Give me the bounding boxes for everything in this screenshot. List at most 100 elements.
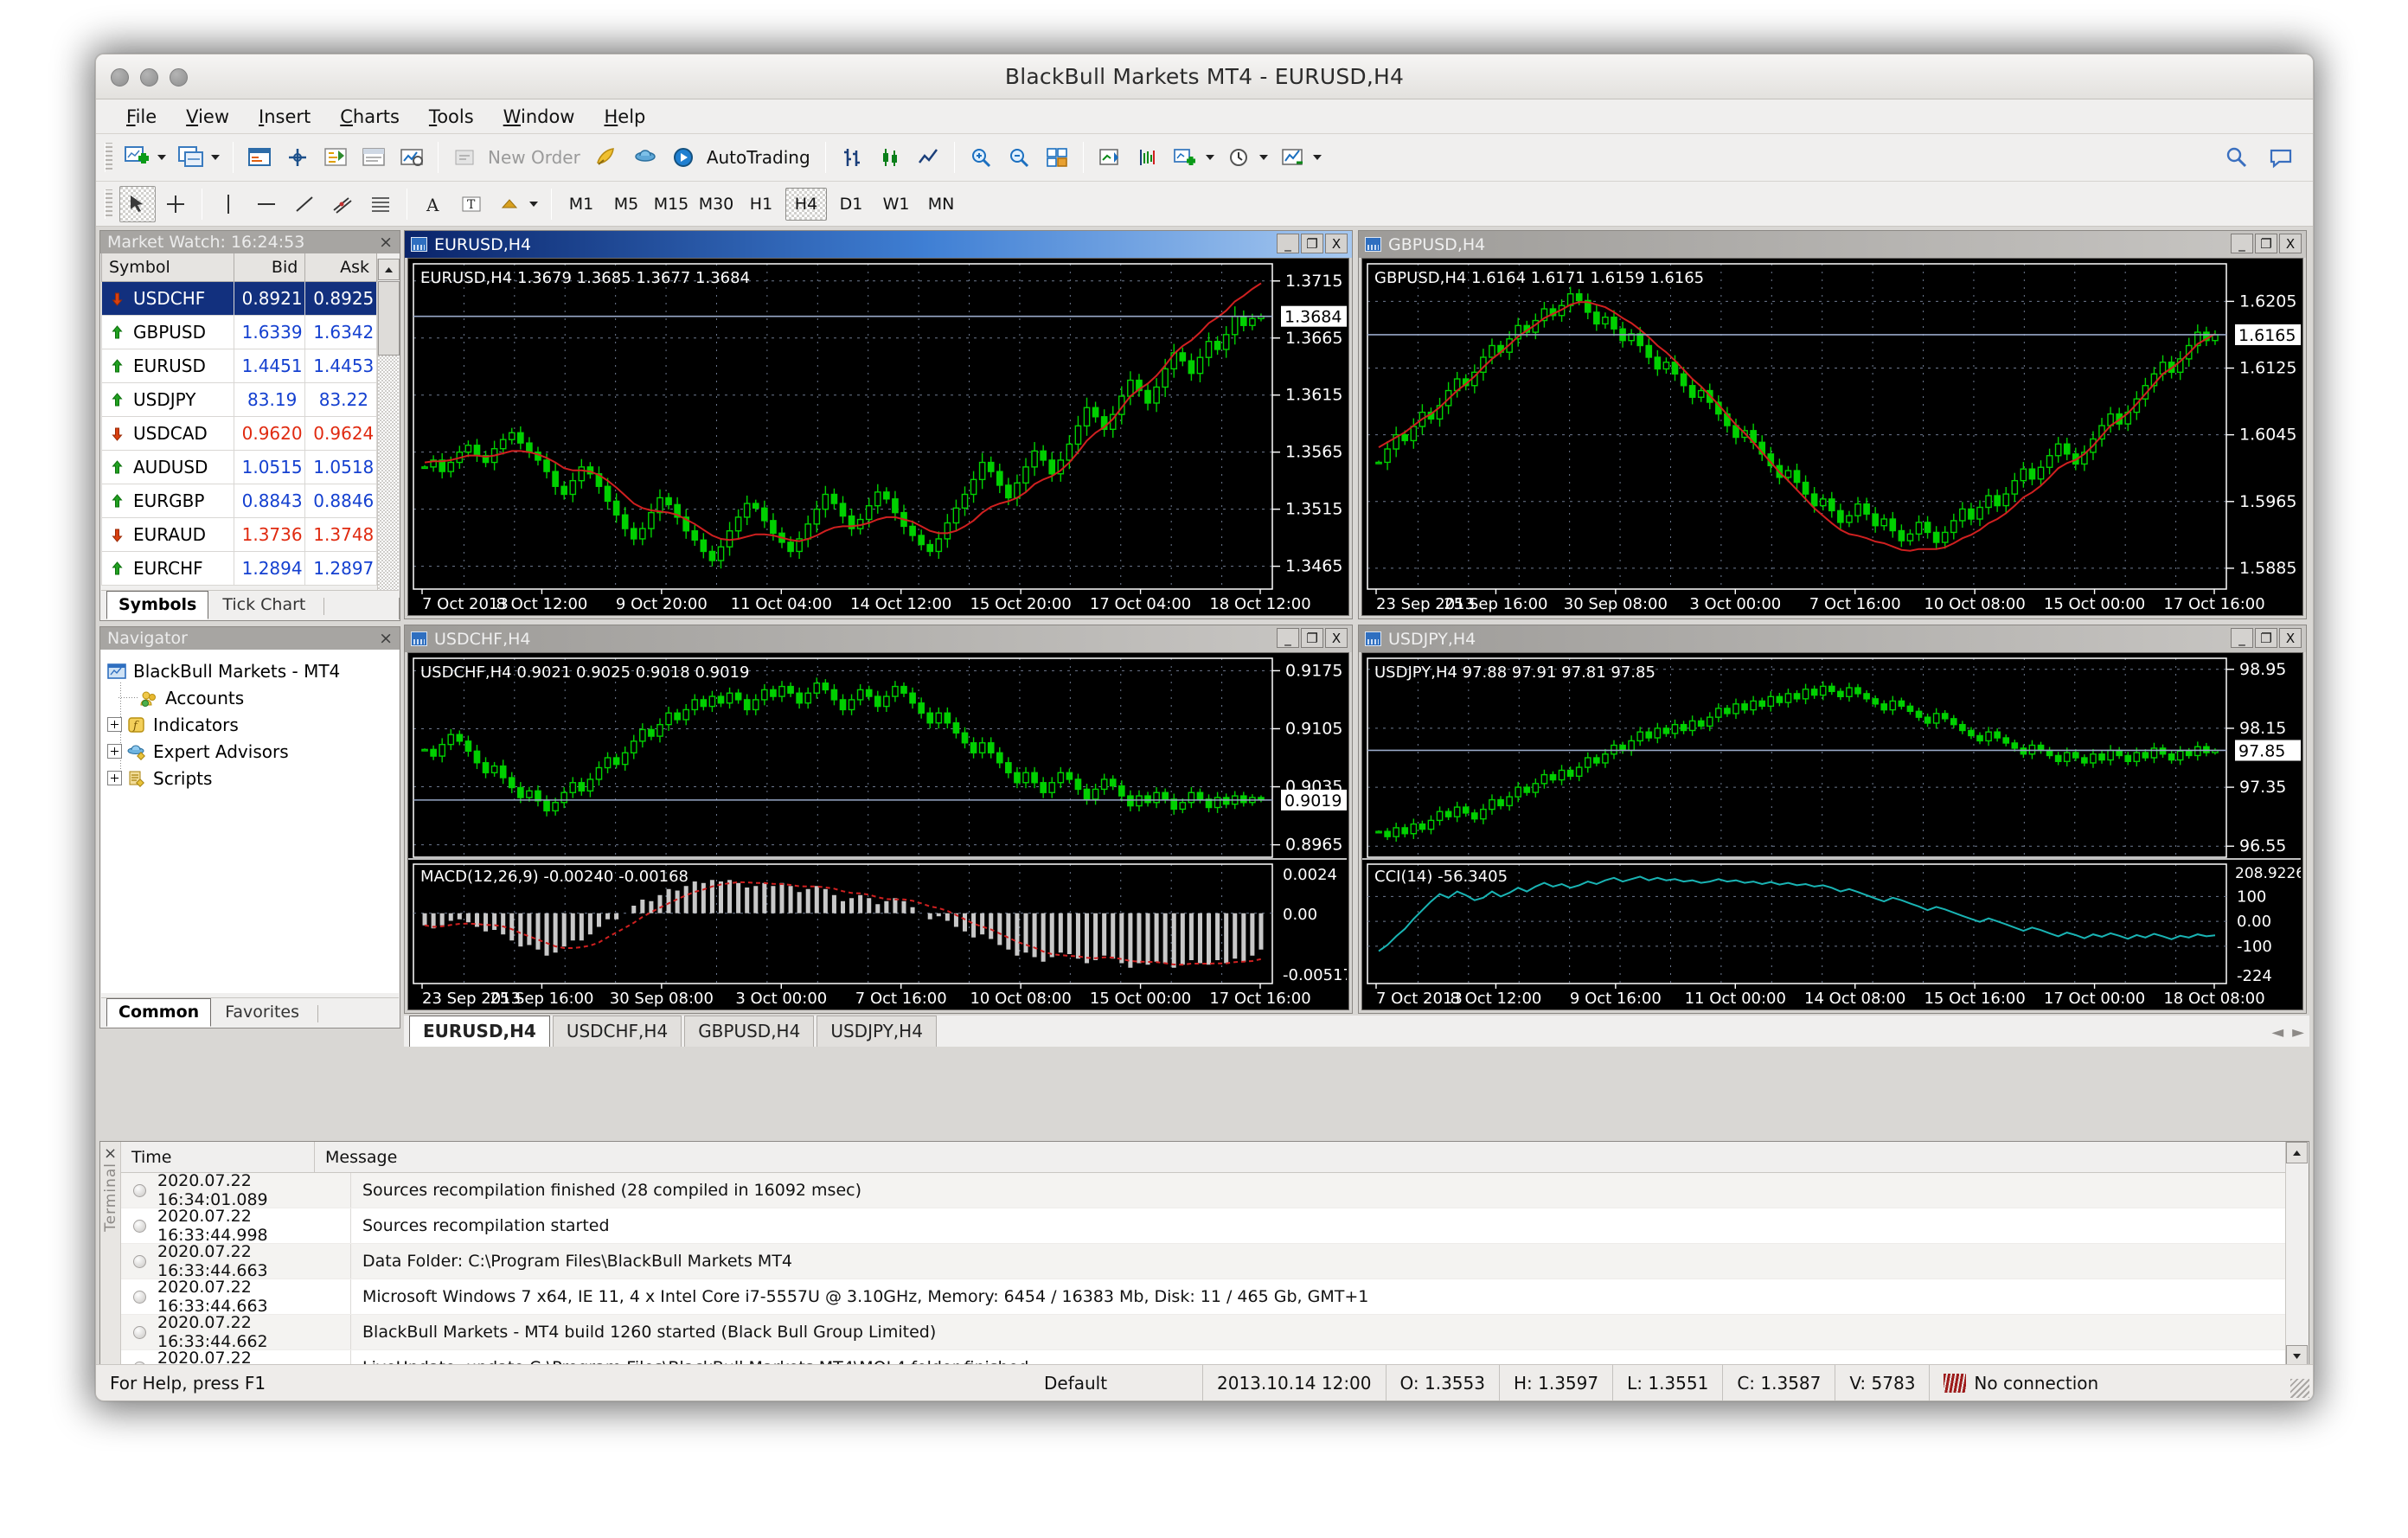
- timeframes-dropdown-icon[interactable]: [1258, 155, 1268, 160]
- market-watch-scrollbar[interactable]: [377, 259, 400, 619]
- market-watch-row[interactable]: EURUSD 1.4451 1.4453: [101, 348, 377, 383]
- templates-dropdown-icon[interactable]: [1312, 155, 1322, 160]
- resize-grip[interactable]: [2290, 1379, 2309, 1398]
- log-list[interactable]: 2020.07.22 16:34:01.089 Sources recompila…: [121, 1173, 2285, 1367]
- log-row[interactable]: 2020.07.22 16:34:01.089 Sources recompila…: [121, 1173, 2285, 1209]
- chart-tab-gbpusd[interactable]: GBPUSD,H4: [684, 1016, 815, 1047]
- strategy-tester-icon[interactable]: [394, 139, 430, 176]
- chart-tab-scroll-controls[interactable]: ◄ ►: [2271, 1023, 2304, 1041]
- menu-window[interactable]: Window: [489, 104, 590, 130]
- expert-advisors-icon[interactable]: [627, 139, 663, 176]
- chart-titlebar-eurusd[interactable]: EURUSD,H4 _ ❐ X: [405, 231, 1352, 258]
- tab-favorites[interactable]: Favorites: [213, 998, 311, 1027]
- scroll-left-icon[interactable]: ◄: [2271, 1023, 2283, 1041]
- menu-tools[interactable]: Tools: [414, 104, 489, 130]
- tree-node-blackbull-markets-mt4[interactable]: BlackBull Markets - MT4: [107, 657, 393, 684]
- close-button[interactable]: X: [2279, 234, 2302, 253]
- chart-titlebar-usdjpy[interactable]: USDJPY,H4 _ ❐ X: [1359, 625, 2306, 652]
- chart-titlebar-gbpusd[interactable]: GBPUSD,H4 _ ❐ X: [1359, 231, 2306, 258]
- chart-tab-usdjpy[interactable]: USDJPY,H4: [817, 1016, 937, 1047]
- scrollbar-track[interactable]: [378, 356, 399, 597]
- market-watch-row[interactable]: USDCAD 0.9620 0.9624: [101, 415, 377, 451]
- chart-window-buttons[interactable]: _ ❐ X: [1277, 628, 1348, 648]
- toolbar-grip[interactable]: [105, 143, 112, 172]
- profiles-icon[interactable]: [173, 139, 209, 176]
- market-watch-close-icon[interactable]: ×: [379, 233, 393, 252]
- chart-window-eurusd[interactable]: EURUSD,H4 _ ❐ X 1.3715 1.3665 1.3615 1.3565…: [404, 230, 1353, 619]
- close-button[interactable]: X: [2279, 628, 2302, 648]
- tree-node-indicators[interactable]: f Indicators: [107, 711, 393, 738]
- status-profile[interactable]: Default: [1030, 1365, 1203, 1400]
- chart-canvas-usdjpy[interactable]: 98.95 98.15 97.35 96.55 97.85 USDJPY,H4 97.88…: [1361, 652, 2303, 1010]
- toolbar-grip-2[interactable]: [105, 189, 112, 219]
- autotrading-label[interactable]: AutoTrading: [707, 147, 810, 168]
- arrows-dropdown-icon[interactable]: [529, 201, 538, 207]
- close-button[interactable]: X: [1325, 234, 1348, 253]
- chart-window-buttons[interactable]: _ ❐ X: [2231, 628, 2302, 648]
- period-d1[interactable]: D1: [830, 188, 872, 221]
- log-row[interactable]: 2020.07.22 16:33:44.663 Microsoft Windows…: [121, 1278, 2285, 1316]
- minimize-button[interactable]: _: [1277, 234, 1299, 253]
- close-button[interactable]: X: [1325, 628, 1348, 648]
- period-m5[interactable]: M5: [605, 188, 647, 221]
- chart-window-buttons[interactable]: _ ❐ X: [2231, 234, 2302, 253]
- minimize-button[interactable]: [140, 68, 158, 87]
- period-m15[interactable]: M15: [650, 188, 692, 221]
- tree-node-scripts[interactable]: Scripts: [107, 765, 393, 791]
- terminal-scrollbar[interactable]: [2285, 1142, 2309, 1367]
- menu-insert[interactable]: Insert: [244, 104, 325, 130]
- market-watch-row[interactable]: EURAUD 1.3736 1.3748: [101, 516, 377, 552]
- zoom-in-icon[interactable]: [963, 139, 999, 176]
- autotrading-icon[interactable]: [665, 139, 701, 176]
- scroll-up-button[interactable]: [2286, 1142, 2308, 1163]
- metaeditor-icon[interactable]: [589, 139, 625, 176]
- expand-icon[interactable]: [107, 771, 122, 785]
- fibonacci-icon[interactable]: [362, 186, 399, 222]
- chart-window-buttons[interactable]: _ ❐ X: [1277, 234, 1348, 253]
- tree-node-expert-advisors[interactable]: Expert Advisors: [107, 738, 393, 765]
- market-watch-row[interactable]: AUDUSD 1.0515 1.0518: [101, 449, 377, 484]
- restore-button[interactable]: ❐: [2255, 234, 2277, 253]
- log-row[interactable]: 2020.07.22 16:33:44.998 Sources recompila…: [121, 1207, 2285, 1245]
- chart-canvas-eurusd[interactable]: 1.3715 1.3665 1.3615 1.3565 1.3515 1.3465 1.36…: [407, 258, 1349, 616]
- chart-window-usdjpy[interactable]: USDJPY,H4 _ ❐ X 98.95 98.15 97.35 96.55 97.8…: [1358, 625, 2307, 1014]
- data-window-icon[interactable]: [279, 139, 316, 176]
- navigator-close-icon[interactable]: ×: [379, 629, 393, 648]
- market-watch-row[interactable]: USDJPY 83.19 83.22: [101, 381, 377, 417]
- status-connection[interactable]: No connection: [1930, 1365, 2112, 1400]
- period-h1[interactable]: H1: [740, 188, 782, 221]
- expand-icon[interactable]: [107, 744, 122, 759]
- log-col-message[interactable]: Message: [315, 1142, 2285, 1172]
- tree-node-accounts[interactable]: Accounts: [107, 684, 393, 711]
- scroll-right-icon[interactable]: ►: [2292, 1023, 2304, 1041]
- close-button[interactable]: [111, 68, 129, 87]
- menu-view[interactable]: View: [171, 104, 244, 130]
- candlestick-chart-icon[interactable]: [872, 139, 908, 176]
- zoom-out-icon[interactable]: [1001, 139, 1037, 176]
- chart-titlebar-usdchf[interactable]: USDCHF,H4 _ ❐ X: [405, 625, 1352, 652]
- indicators-dropdown-icon[interactable]: [1205, 155, 1214, 160]
- menu-file[interactable]: File: [112, 104, 171, 130]
- log-row[interactable]: 2020.07.22 16:33:44.662 BlackBull Markets…: [121, 1313, 2285, 1351]
- market-watch-row[interactable]: USDCHF 0.8921 0.8925: [101, 280, 377, 316]
- terminal-close-icon[interactable]: ×: [100, 1142, 120, 1163]
- chart-canvas-gbpusd[interactable]: 1.6205 1.6125 1.6045 1.5965 1.5885 1.6165 GBPU…: [1361, 258, 2303, 616]
- chart-canvas-usdchf[interactable]: 0.9175 0.9105 0.9035 0.8965 0.9019 USDCHF,H4 …: [407, 652, 1349, 1010]
- tab-common[interactable]: Common: [106, 998, 212, 1027]
- line-chart-icon[interactable]: [910, 139, 946, 176]
- market-watch-row[interactable]: EURCHF 1.2894 1.2897: [101, 550, 377, 586]
- restore-button[interactable]: ❐: [2255, 628, 2277, 648]
- minimize-button[interactable]: _: [1277, 628, 1299, 648]
- navigator-icon[interactable]: [317, 139, 354, 176]
- search-icon[interactable]: [2219, 139, 2255, 176]
- log-col-time[interactable]: Time: [121, 1142, 315, 1172]
- vertical-line-icon[interactable]: [210, 186, 247, 222]
- tab-symbols[interactable]: Symbols: [106, 591, 209, 619]
- equidistant-channel-icon[interactable]: [324, 186, 361, 222]
- chat-icon[interactable]: [2263, 139, 2299, 176]
- text-icon[interactable]: A: [415, 186, 452, 222]
- menu-charts[interactable]: Charts: [325, 104, 414, 130]
- chart-tab-eurusd[interactable]: EURUSD,H4: [409, 1016, 550, 1047]
- crosshair-icon[interactable]: [157, 186, 194, 222]
- scroll-up-button[interactable]: [378, 259, 400, 280]
